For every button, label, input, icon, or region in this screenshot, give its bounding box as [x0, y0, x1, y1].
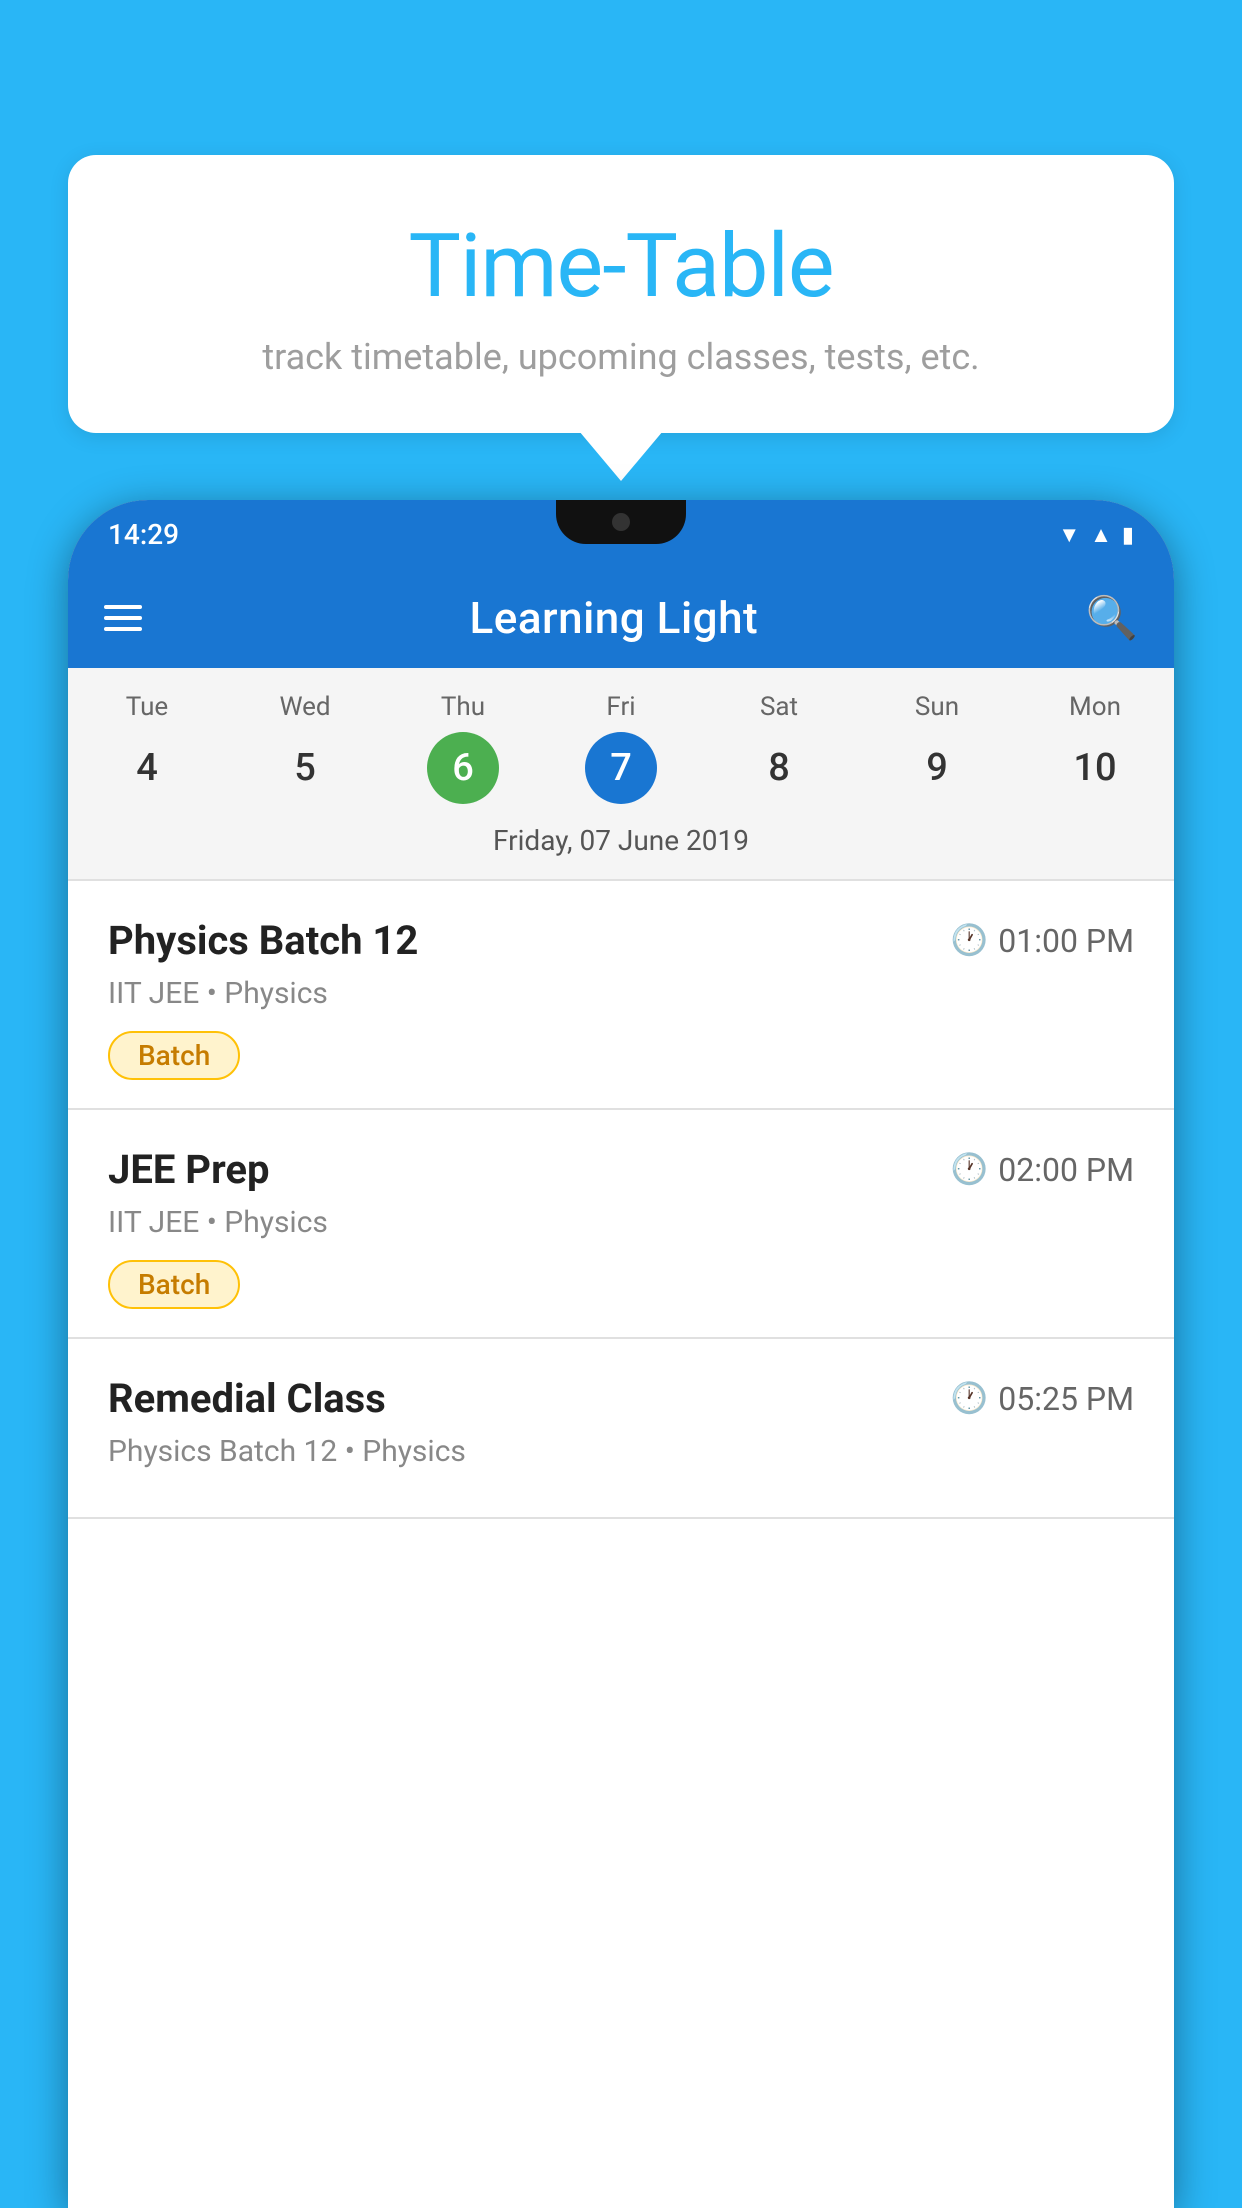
schedule-item-subtitle: Physics Batch 12 • Physics — [108, 1434, 1134, 1469]
signal-icon — [1090, 520, 1112, 548]
camera-dot — [612, 513, 630, 531]
day-number: 8 — [743, 732, 815, 804]
day-name: Tue — [126, 692, 168, 722]
calendar-date-label: Friday, 07 June 2019 — [68, 814, 1174, 879]
calendar-day-col[interactable]: Thu 6 — [384, 692, 542, 804]
calendar: Tue 4 Wed 5 Thu 6 Fri 7 Sat 8 Sun 9 Mon 10 Friday, 07… — [68, 668, 1174, 879]
schedule-item-header: JEE Prep 🕐 02:00 PM — [108, 1146, 1134, 1193]
schedule-item-header: Remedial Class 🕐 05:25 PM — [108, 1375, 1134, 1422]
clock-icon: 🕐 — [951, 923, 988, 958]
status-time: 14:29 — [108, 518, 179, 551]
schedule-item[interactable]: JEE Prep 🕐 02:00 PM IIT JEE • Physics Batch — [68, 1110, 1174, 1339]
clock-icon: 🕐 — [951, 1152, 988, 1187]
schedule-list: Physics Batch 12 🕐 01:00 PM IIT JEE • Phys… — [68, 881, 1174, 1519]
calendar-day-col[interactable]: Tue 4 — [68, 692, 226, 804]
schedule-item-title: Physics Batch 12 — [108, 917, 418, 964]
schedule-item[interactable]: Remedial Class 🕐 05:25 PM Physics Batch 12… — [68, 1339, 1174, 1519]
phone-frame: 14:29 Learning Light 🔍 Tue4Wed5Thu6Fr — [68, 500, 1174, 2208]
tooltip-title: Time-Table — [128, 215, 1114, 318]
tooltip-subtitle: track timetable, upcoming classes, tests… — [128, 336, 1114, 378]
app-title: Learning Light — [470, 592, 759, 644]
schedule-item-subtitle: IIT JEE • Physics — [108, 976, 1134, 1011]
calendar-days-row: Tue 4 Wed 5 Thu 6 Fri 7 Sat 8 Sun 9 Mon 10 — [68, 668, 1174, 814]
batch-badge: Batch — [108, 1260, 240, 1309]
day-name: Fri — [606, 692, 635, 722]
notch — [556, 500, 686, 544]
schedule-item-time: 🕐 01:00 PM — [951, 922, 1134, 960]
day-name: Mon — [1069, 692, 1121, 722]
day-number: 9 — [901, 732, 973, 804]
day-number: 5 — [269, 732, 341, 804]
day-name: Wed — [279, 692, 330, 722]
calendar-day-col[interactable]: Wed 5 — [226, 692, 384, 804]
calendar-day-col[interactable]: Fri 7 — [542, 692, 700, 804]
day-name: Sun — [915, 692, 959, 722]
status-icons — [1058, 520, 1134, 548]
schedule-item-time: 🕐 05:25 PM — [951, 1380, 1134, 1418]
calendar-day-col[interactable]: Sun 9 — [858, 692, 1016, 804]
app-header: Learning Light 🔍 — [68, 568, 1174, 668]
batch-badge: Batch — [108, 1031, 240, 1080]
calendar-day-col[interactable]: Mon 10 — [1016, 692, 1174, 804]
schedule-item[interactable]: Physics Batch 12 🕐 01:00 PM IIT JEE • Phys… — [68, 881, 1174, 1110]
day-number: 6 — [427, 732, 499, 804]
clock-icon: 🕐 — [951, 1381, 988, 1416]
day-name: Sat — [760, 692, 798, 722]
status-bar: 14:29 — [68, 500, 1174, 568]
tooltip-card: Time-Table track timetable, upcoming cla… — [68, 155, 1174, 433]
schedule-item-title: JEE Prep — [108, 1146, 269, 1193]
schedule-item-subtitle: IIT JEE • Physics — [108, 1205, 1134, 1240]
day-number: 10 — [1059, 732, 1131, 804]
schedule-item-header: Physics Batch 12 🕐 01:00 PM — [108, 917, 1134, 964]
phone-screen: 14:29 Learning Light 🔍 Tue4Wed5Thu6Fr — [68, 500, 1174, 2208]
day-number: 7 — [585, 732, 657, 804]
search-icon[interactable]: 🔍 — [1086, 594, 1138, 643]
schedule-item-title: Remedial Class — [108, 1375, 386, 1422]
hamburger-menu-icon[interactable] — [104, 605, 142, 631]
day-number: 4 — [111, 732, 183, 804]
day-name: Thu — [441, 692, 485, 722]
battery-icon — [1122, 520, 1134, 548]
schedule-item-time: 🕐 02:00 PM — [951, 1151, 1134, 1189]
wifi-icon — [1058, 520, 1080, 548]
calendar-day-col[interactable]: Sat 8 — [700, 692, 858, 804]
